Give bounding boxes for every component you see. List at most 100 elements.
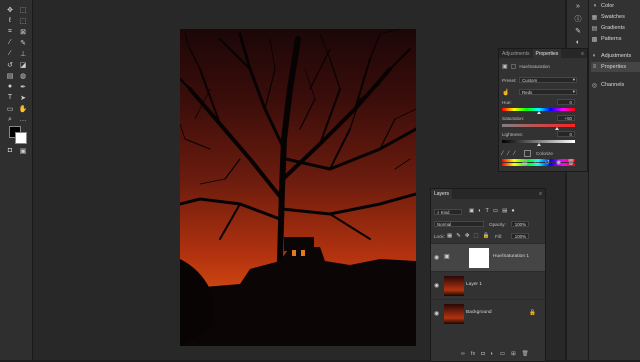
chevron-down-icon: ▾ (572, 77, 575, 82)
dock-item-properties[interactable]: ≡ Properties (591, 62, 640, 72)
frame-tool-icon[interactable]: ⊠ (18, 27, 28, 36)
more-tools-icon[interactable]: … (18, 115, 28, 124)
tree-silhouette-image (180, 29, 416, 346)
screen-mode-icon[interactable]: ▣ (18, 146, 28, 155)
crop-tool-icon[interactable]: ⌗ (5, 27, 15, 36)
visibility-eye-icon[interactable]: ◉ (434, 310, 439, 317)
brush-tool-icon[interactable]: ∕ (5, 49, 15, 58)
opacity-field[interactable]: 100% (511, 221, 529, 227)
hue-slider-thumb[interactable] (536, 111, 541, 114)
dock-item-gradients[interactable]: ▤ Gradients (591, 23, 640, 33)
layer-row[interactable]: ◉ Layer 1 (431, 271, 545, 300)
blend-mode-select[interactable]: Normal (434, 221, 484, 227)
dock-item-patterns[interactable]: ▩ Patterns (591, 34, 640, 44)
colorize-label: Colorize (536, 151, 553, 156)
dock-item-color[interactable]: ◑ Color (591, 1, 640, 11)
filter-toggle-icon[interactable]: ● (511, 208, 514, 214)
hue-field[interactable]: 0 (557, 99, 575, 105)
targeted-adjust-icon[interactable]: ☝ (502, 89, 509, 96)
layer-name[interactable]: Hue/Saturation 1 (493, 254, 529, 259)
zoom-tool-icon[interactable]: ⌕ (5, 115, 15, 124)
adjust-icon[interactable]: ◐ (573, 38, 583, 47)
dock-item-swatches[interactable]: ▦ Swatches (591, 12, 640, 22)
layer-name[interactable]: Layer 1 (466, 282, 482, 287)
eraser-tool-icon[interactable]: ◪ (18, 60, 28, 69)
reset-icon[interactable]: ↺ (545, 159, 550, 166)
eyedropper-tool-icon[interactable]: ⁄ (5, 38, 15, 47)
rectangle-tool-icon[interactable]: ▭ (5, 104, 15, 113)
layers-panel: Layers ≡ ⌕ Kind ▣ ◐ T ▭ ▤ ● Normal Opaci… (430, 188, 546, 362)
move-tool-icon[interactable]: ✥ (5, 5, 15, 14)
type-tool-icon[interactable]: T (5, 93, 15, 102)
channel-select[interactable]: Reds ▾ (519, 89, 577, 95)
hand-tool-icon[interactable]: ✋ (18, 104, 28, 113)
healing-tool-icon[interactable]: ✎ (18, 38, 28, 47)
panel-menu-icon[interactable]: ≡ (539, 191, 545, 197)
info-icon[interactable]: ⓘ (573, 14, 583, 23)
dock-label: Color (601, 3, 615, 9)
blur-tool-icon[interactable]: ◍ (18, 71, 28, 80)
filter-pixel-icon[interactable]: ▣ (469, 208, 474, 214)
filter-kind-select[interactable]: ⌕ Kind (434, 209, 462, 215)
mask-icon: ▢ (510, 64, 517, 70)
document-canvas[interactable] (180, 29, 416, 346)
tab-properties[interactable]: Properties (532, 49, 562, 58)
adjustment-layer-icon[interactable]: ◐ (491, 351, 494, 357)
fill-field[interactable]: 100% (511, 233, 529, 239)
filter-smart-icon[interactable]: ▤ (502, 208, 507, 214)
eyedropper-icon[interactable]: ⁄ (502, 151, 503, 157)
saturation-slider-thumb[interactable] (554, 127, 559, 130)
view-previous-icon[interactable]: ◎ (534, 159, 539, 166)
gradient-tool-icon[interactable]: ▤ (5, 71, 15, 80)
dock-item-channels[interactable]: ◎ Channels (591, 80, 640, 90)
new-layer-icon[interactable]: ⊞ (511, 351, 516, 357)
mask-icon[interactable]: ◘ (481, 351, 484, 357)
dodge-tool-icon[interactable]: ● (5, 82, 15, 91)
history-brush-tool-icon[interactable]: ↺ (5, 60, 15, 69)
tab-layers[interactable]: Layers (431, 189, 453, 199)
preset-select[interactable]: Custom ▾ (519, 77, 577, 83)
lock-transparent-icon[interactable]: ▦ (447, 233, 452, 239)
panel-menu-icon[interactable]: ≡ (581, 51, 587, 57)
collapse-icon[interactable]: » (573, 2, 583, 11)
lasso-tool-icon[interactable]: ℓ (5, 16, 15, 25)
saturation-label: Saturation: (502, 116, 525, 121)
colorize-checkbox[interactable] (524, 150, 532, 157)
lock-position-icon[interactable]: ✥ (465, 233, 470, 239)
clip-to-layer-icon[interactable]: ⬓ (522, 159, 528, 166)
trash-icon[interactable]: 🗑 (567, 159, 575, 166)
layer-row[interactable]: ◉ Background 🔒 (431, 299, 545, 328)
pen-tool-icon[interactable]: ✒ (18, 82, 28, 91)
filter-adjust-icon[interactable]: ◐ (478, 208, 481, 214)
tab-adjustments[interactable]: Adjustments (499, 49, 533, 58)
visibility-eye-icon[interactable]: ◉ (434, 254, 439, 261)
brush-panel-icon[interactable]: ✎ (573, 26, 583, 35)
object-select-tool-icon[interactable]: ⬚ (18, 16, 28, 25)
path-select-tool-icon[interactable]: ➤ (18, 93, 28, 102)
quick-mask-icon[interactable]: ◘ (5, 146, 15, 155)
background-color-swatch[interactable] (15, 132, 27, 144)
eyedropper-add-icon[interactable]: ⁄ (508, 151, 509, 157)
layer-row[interactable]: ◉ ▣ Hue/Saturation 1 (431, 243, 545, 272)
lock-pixels-icon[interactable]: ✎ (456, 233, 461, 239)
layer-name[interactable]: Background (466, 310, 492, 315)
visibility-eye-icon[interactable]: ◉ (434, 282, 439, 289)
dock-item-adjustments[interactable]: ◐ Adjustments (591, 51, 640, 61)
stamp-tool-icon[interactable]: ⊥ (18, 49, 28, 58)
lock-artboard-icon[interactable]: ⬚ (473, 233, 478, 239)
lightness-slider-thumb[interactable] (536, 143, 541, 146)
visibility-icon[interactable]: ◉ (556, 159, 561, 166)
fx-icon[interactable]: fx (471, 351, 475, 357)
marquee-tool-icon[interactable]: ⬚ (18, 5, 28, 14)
saturation-slider-track[interactable] (502, 124, 575, 127)
lock-all-icon[interactable]: 🔒 (483, 233, 490, 239)
trash-icon[interactable]: 🗑 (522, 351, 529, 357)
group-icon[interactable]: ▭ (500, 351, 505, 357)
link-icon[interactable]: ∞ (461, 351, 465, 357)
filter-shape-icon[interactable]: ▭ (493, 208, 498, 214)
filter-type-icon[interactable]: T (486, 208, 489, 214)
eyedropper-subtract-icon[interactable]: ⁄ (514, 151, 515, 157)
lightness-field[interactable]: 0 (557, 131, 575, 137)
saturation-field[interactable]: +50 (557, 115, 575, 121)
layer-mask-thumbnail[interactable] (469, 248, 489, 268)
